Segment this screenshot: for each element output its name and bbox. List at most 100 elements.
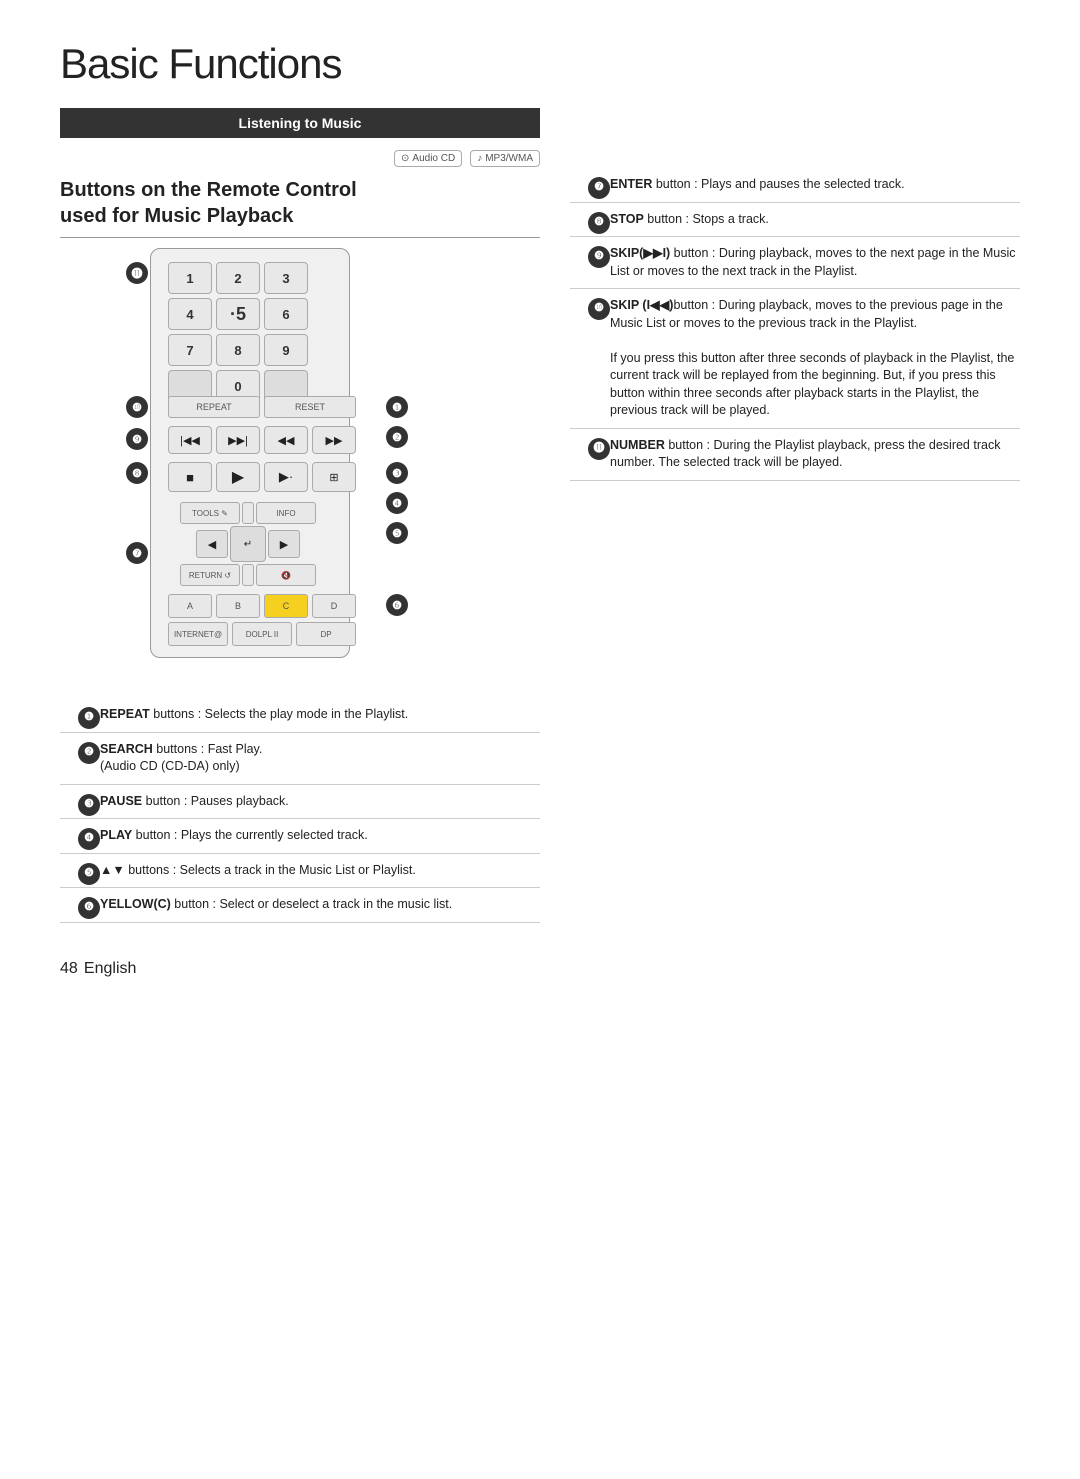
right-column: ❼ ENTER button : Plays and pauses the se… [570, 108, 1020, 678]
nav-enter: ↵ [230, 526, 266, 562]
desc-row-10: ❿ SKIP (I◀◀)button : During playback, mo… [570, 289, 1020, 429]
desc-row-3: ❸ PAUSE button : Pauses playback. [60, 784, 540, 819]
page-number-block: 48 English [60, 953, 1020, 979]
page-number: 48 [60, 960, 78, 977]
audio-cd-icon: ⊙ [401, 153, 409, 164]
btn-4: 4 [168, 298, 212, 330]
callout-6: ❻ [386, 594, 408, 616]
desc-num-11: ⓫ [570, 428, 606, 480]
callout-2: ❷ [386, 426, 408, 448]
bottom-right [570, 698, 1020, 923]
callout-11: ⓫ [126, 262, 148, 284]
desc-text-11: NUMBER button : During the Playlist play… [606, 428, 1020, 480]
play-btn: ▶ [216, 462, 260, 492]
btn-3: 3 [264, 262, 308, 294]
desc-text-1: REPEAT buttons : Selects the play mode i… [96, 698, 540, 732]
info-btn: INFO [256, 502, 316, 524]
skip-prev-btn: |◀◀ [168, 426, 212, 454]
bottom-section: ❶ REPEAT buttons : Selects the play mode… [60, 698, 1020, 923]
desc-num-1: ❶ [60, 698, 96, 732]
skip-row: |◀◀ ▶▶| ◀◀ ▶▶ [168, 426, 356, 454]
desc-row-2: ❷ SEARCH buttons : Fast Play.(Audio CD (… [60, 732, 540, 784]
callout-5: ❺ [386, 522, 408, 544]
desc-row-5: ❺ ▲▼ buttons : Selects a track in the Mu… [60, 853, 540, 888]
desc-row-1: ❶ REPEAT buttons : Selects the play mode… [60, 698, 540, 732]
audio-cd-label: Audio CD [412, 153, 455, 164]
desc-row-11: ⓫ NUMBER button : During the Playlist pl… [570, 428, 1020, 480]
section-header: Listening to Music [60, 108, 540, 138]
desc-num-10: ❿ [570, 289, 606, 429]
left-descriptions: ❶ REPEAT buttons : Selects the play mode… [60, 698, 540, 923]
dolby-btn: DOLPL II [232, 622, 292, 646]
grid-btn: ⊞ [312, 462, 356, 492]
bottom-left: ❶ REPEAT buttons : Selects the play mode… [60, 698, 540, 923]
playback-row: ■ ▶ ▶· ⊞ [168, 462, 356, 492]
reset-btn: RESET [264, 396, 356, 418]
desc-num-2: ❷ [60, 732, 96, 784]
section-heading: Buttons on the Remote Control used for M… [60, 177, 540, 238]
desc-text-7: ENTER button : Plays and pauses the sele… [606, 168, 1020, 202]
desc-text-9: SKIP(▶▶I) button : During playback, move… [606, 237, 1020, 289]
repeat-btn: REPEAT [168, 396, 260, 418]
mp3-icon: ♪ [477, 153, 482, 164]
desc-text-3: PAUSE button : Pauses playback. [96, 784, 540, 819]
pause-btn: ▶· [264, 462, 308, 492]
desc-row-7: ❼ ENTER button : Plays and pauses the se… [570, 168, 1020, 202]
btn-5: ·5 [216, 298, 260, 330]
dp-btn: DP [296, 622, 356, 646]
btn-7: 7 [168, 334, 212, 366]
btn-2: 2 [216, 262, 260, 294]
btn-9: 9 [264, 334, 308, 366]
desc-row-6: ❻ YELLOW(C) button : Select or deselect … [60, 888, 540, 923]
btn-a: A [168, 594, 212, 618]
page-title: Basic Functions [60, 40, 1020, 88]
ff-btn: ▶▶ [312, 426, 356, 454]
callout-7: ❼ [126, 542, 148, 564]
desc-num-9: ❾ [570, 237, 606, 289]
desc-num-6: ❻ [60, 888, 96, 923]
callout-3: ❸ [386, 462, 408, 484]
desc-text-6: YELLOW(C) button : Select or deselect a … [96, 888, 540, 923]
btn-d: D [312, 594, 356, 618]
audio-cd-badge: ⊙ Audio CD [394, 150, 462, 167]
internet-btn: INTERNET@ [168, 622, 228, 646]
mp3-wma-badge: ♪ MP3/WMA [470, 150, 540, 167]
btn-8: 8 [216, 334, 260, 366]
callout-10: ❿ [126, 396, 148, 418]
nav-right: ▶ [268, 530, 300, 558]
desc-num-5: ❺ [60, 853, 96, 888]
mp3-label: MP3/WMA [485, 153, 533, 164]
tools-btn: TOOLS ✎ [180, 502, 240, 524]
desc-text-8: STOP button : Stops a track. [606, 202, 1020, 237]
icons-row: ⊙ Audio CD ♪ MP3/WMA [60, 150, 540, 167]
bottom-row1: A B C D [168, 594, 356, 618]
btn-c: C [264, 594, 308, 618]
callout-1: ❶ [386, 396, 408, 418]
numpad: 1 2 3 4 ·5 6 7 8 9 0 [168, 262, 308, 402]
desc-num-8: ❽ [570, 202, 606, 237]
desc-row-4: ❹ PLAY button : Plays the currently sele… [60, 819, 540, 854]
rw-btn: ◀◀ [264, 426, 308, 454]
nav-cluster: TOOLS ✎ INFO ◀ ↵ ▶ RETURN ↺ 🔇 [180, 502, 316, 586]
desc-text-10: SKIP (I◀◀)button : During playback, move… [606, 289, 1020, 429]
desc-text-5: ▲▼ buttons : Selects a track in the Musi… [96, 853, 540, 888]
desc-num-7: ❼ [570, 168, 606, 202]
remote-diagram: 1 2 3 4 ·5 6 7 8 9 0 REPEAT RESET [90, 248, 540, 678]
skip-next-btn: ▶▶| [216, 426, 260, 454]
desc-text-2: SEARCH buttons : Fast Play.(Audio CD (CD… [96, 732, 540, 784]
callout-9: ❾ [126, 428, 148, 450]
desc-row-9: ❾ SKIP(▶▶I) button : During playback, mo… [570, 237, 1020, 289]
desc-num-3: ❸ [60, 784, 96, 819]
page-label: English [84, 960, 136, 977]
desc-num-4: ❹ [60, 819, 96, 854]
btn-1: 1 [168, 262, 212, 294]
btn-b: B [216, 594, 260, 618]
stop-btn: ■ [168, 462, 212, 492]
left-column: Listening to Music ⊙ Audio CD ♪ MP3/WMA … [60, 108, 540, 678]
nav-left: ◀ [196, 530, 228, 558]
mute-btn: 🔇 [256, 564, 316, 586]
right-descriptions: ❼ ENTER button : Plays and pauses the se… [570, 168, 1020, 481]
desc-text-4: PLAY button : Plays the currently select… [96, 819, 540, 854]
callout-8: ❽ [126, 462, 148, 484]
callout-4: ❹ [386, 492, 408, 514]
